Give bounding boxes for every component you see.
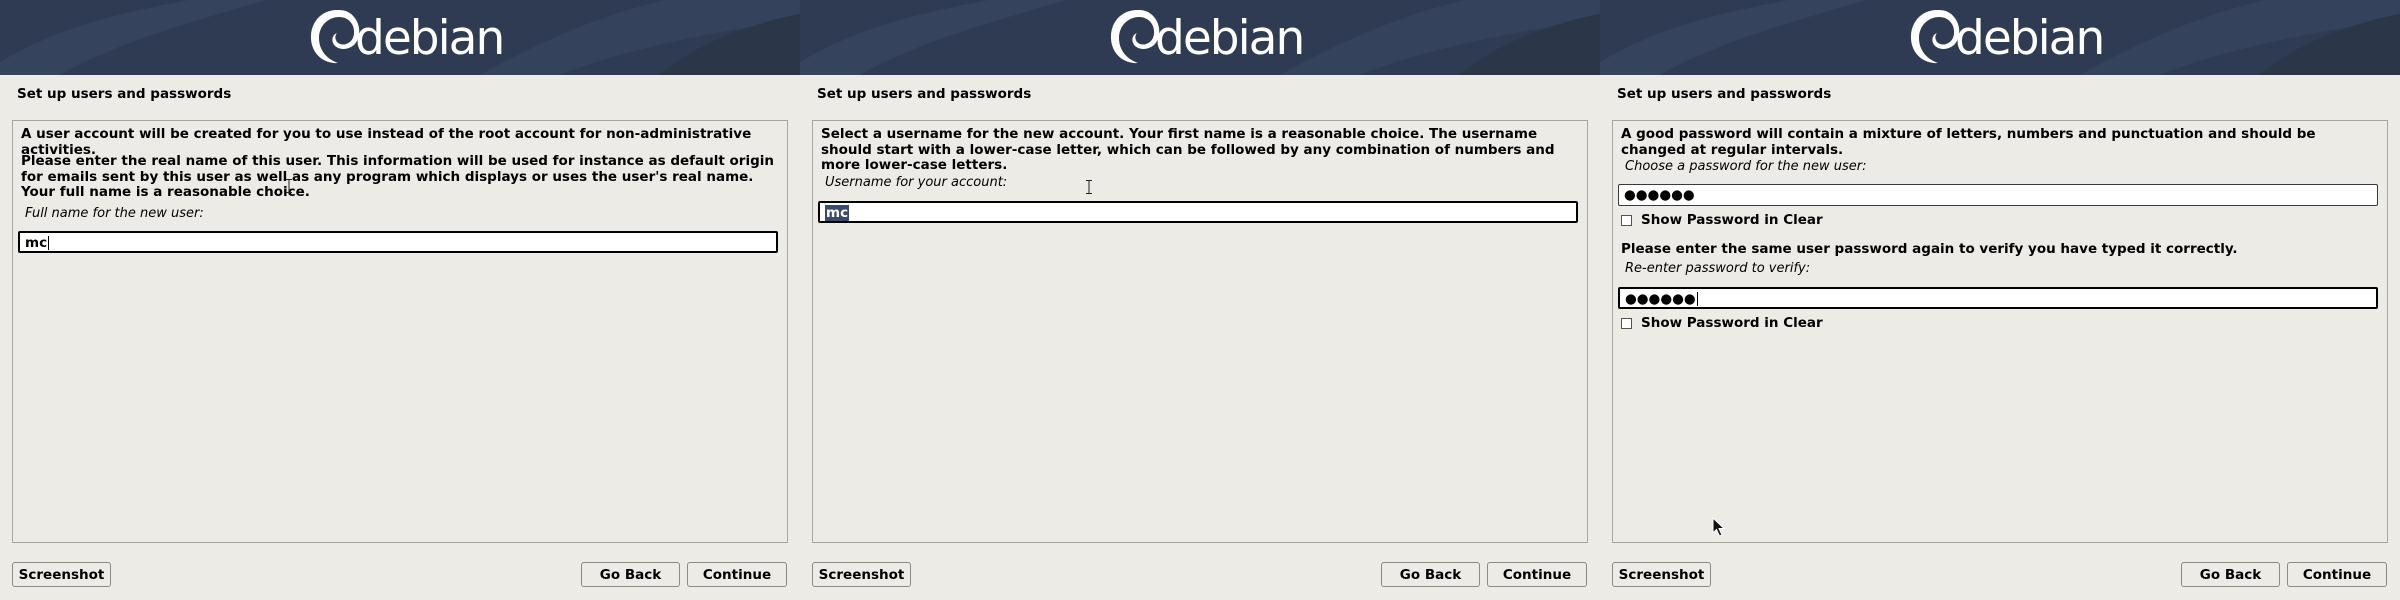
continue-button[interactable]: Continue — [687, 562, 787, 587]
show-password-checkbox[interactable] — [1621, 317, 1632, 329]
verify-password-value: ●●●●●● — [1625, 291, 1696, 307]
full-name-label: Full name for the new user: — [25, 206, 204, 221]
password-advice-text: A good password will contain a mixture o… — [1621, 126, 2316, 158]
username-label: Username for your account: — [825, 175, 1008, 190]
verify-password-input[interactable]: ●●●●●● — [1618, 287, 2378, 309]
debian-banner: debian — [1600, 0, 2400, 75]
content-frame: A good password will contain a mixture o… — [1612, 120, 2388, 543]
show-password-checkbox[interactable] — [1621, 214, 1632, 226]
full-name-input[interactable]: mc — [18, 231, 778, 253]
show-password-label: Show Password in Clear — [1641, 212, 1823, 228]
full-name-value: mc — [25, 235, 48, 251]
debian-logo: debian — [1905, 6, 2105, 68]
screenshot-button[interactable]: Screenshot — [812, 562, 911, 587]
mouse-pointer-icon — [1712, 517, 1726, 537]
real-name-explanation: Please enter the real name of this user.… — [21, 153, 774, 200]
username-value-selected: mc — [825, 205, 850, 221]
installer-screen-password: debian Set up users and passwords A good… — [1600, 0, 2400, 600]
installer-screens: debian Set up users and passwords A user… — [0, 0, 2400, 600]
page-title: Set up users and passwords — [817, 86, 1032, 102]
password-value: ●●●●●● — [1624, 187, 1695, 203]
continue-button[interactable]: Continue — [1487, 562, 1587, 587]
show-password-label: Show Password in Clear — [1641, 315, 1823, 331]
username-explanation: Select a username for the new account. Y… — [821, 126, 1555, 173]
continue-button[interactable]: Continue — [2287, 562, 2387, 587]
content-frame: Select a username for the new account. Y… — [812, 120, 1588, 543]
debian-logo: debian — [305, 6, 505, 68]
show-password-toggle[interactable]: Show Password in Clear — [1621, 212, 1823, 228]
debian-banner: debian — [800, 0, 1600, 75]
page-title: Set up users and passwords — [17, 86, 232, 102]
installer-screen-full-name: debian Set up users and passwords A user… — [0, 0, 800, 600]
password-label: Choose a password for the new user: — [1625, 159, 1867, 174]
ibeam-cursor-icon — [1086, 180, 1092, 194]
debian-logo-text: debian — [1955, 10, 2105, 66]
verify-instruction: Please enter the same user password agai… — [1621, 241, 2238, 257]
debian-banner: debian — [0, 0, 800, 75]
text-caret — [48, 236, 50, 250]
text-caret — [1696, 292, 1698, 306]
screenshot-button[interactable]: Screenshot — [1612, 562, 1711, 587]
go-back-button[interactable]: Go Back — [581, 562, 680, 587]
debian-logo-text: debian — [1155, 10, 1305, 66]
go-back-button[interactable]: Go Back — [1381, 562, 1480, 587]
debian-logo: debian — [1105, 6, 1305, 68]
username-input[interactable]: mc — [818, 201, 1578, 223]
ibeam-cursor-icon — [286, 179, 292, 193]
show-password-toggle-verify[interactable]: Show Password in Clear — [1621, 315, 1823, 331]
content-frame: A user account will be created for you t… — [12, 120, 788, 543]
installer-screen-username: debian Set up users and passwords Select… — [800, 0, 1600, 600]
go-back-button[interactable]: Go Back — [2181, 562, 2280, 587]
page-title: Set up users and passwords — [1617, 86, 1832, 102]
screenshot-button[interactable]: Screenshot — [12, 562, 111, 587]
debian-logo-text: debian — [355, 10, 505, 66]
password-input[interactable]: ●●●●●● — [1618, 184, 2378, 206]
verify-password-label: Re-enter password to verify: — [1625, 261, 1811, 276]
